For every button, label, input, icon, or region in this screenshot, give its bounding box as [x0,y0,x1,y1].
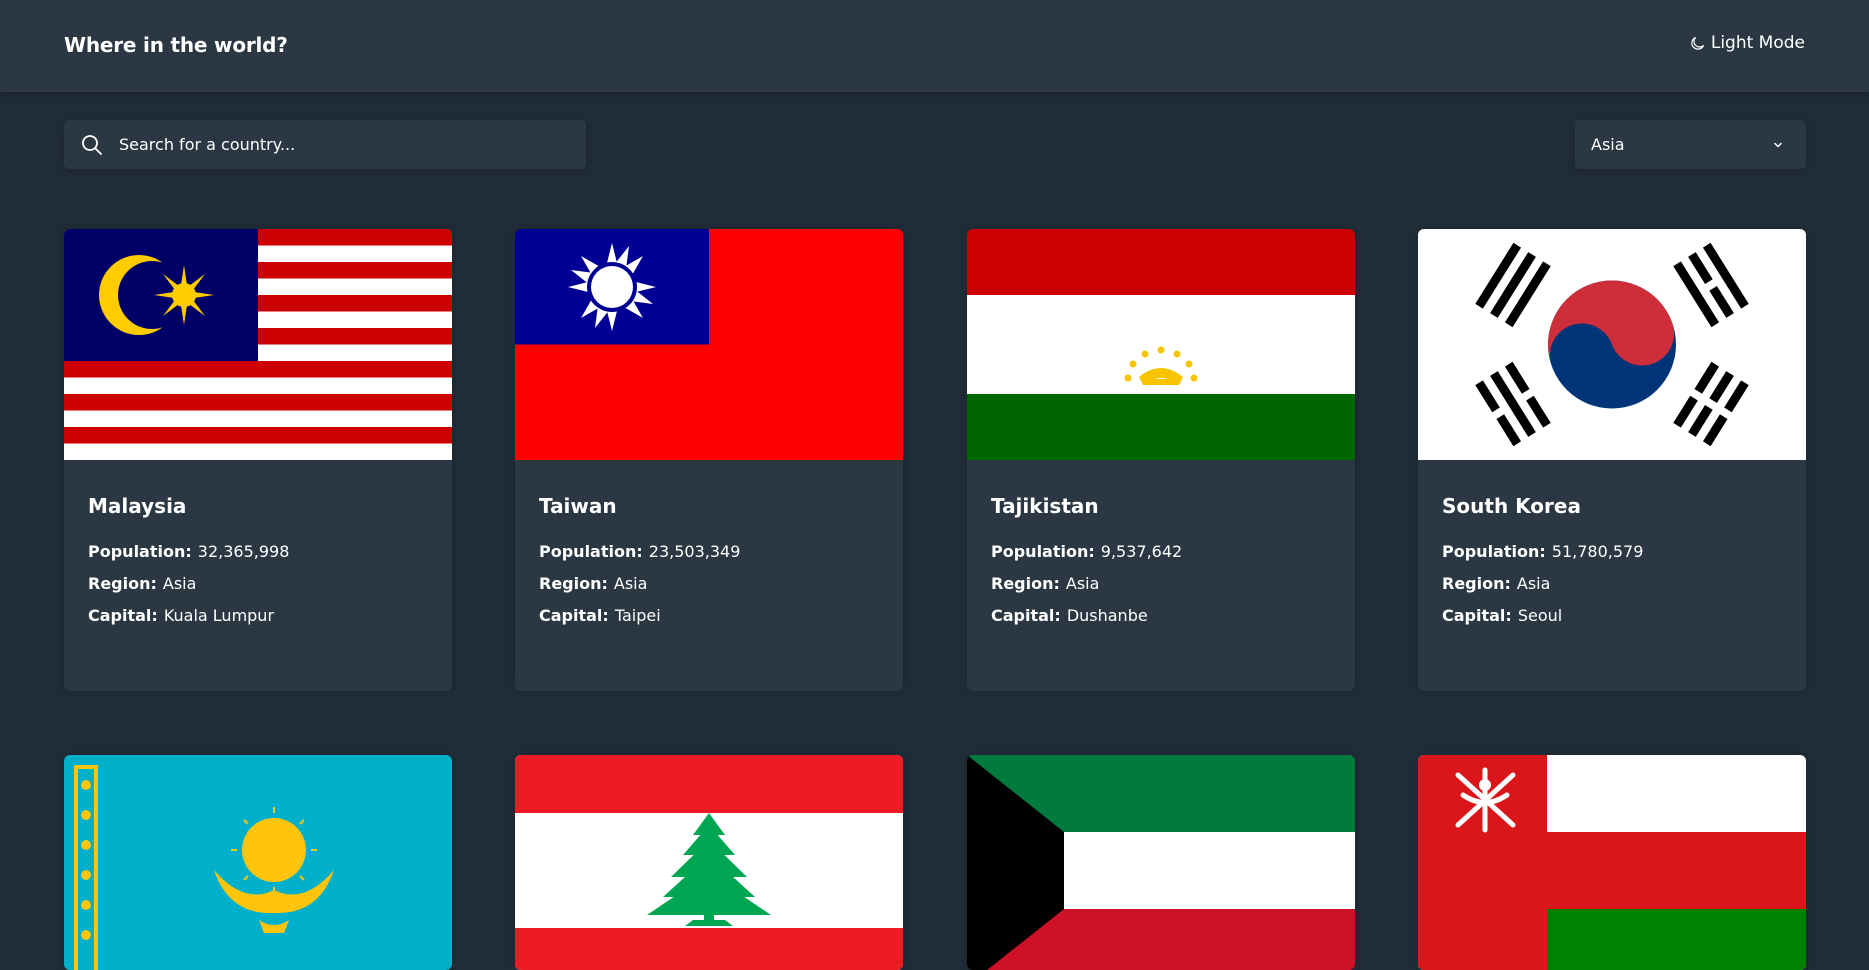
region-label: Region: [1442,574,1511,593]
capital-label: Capital: [991,606,1061,625]
capital-label: Capital: [1442,606,1512,625]
country-card-lebanon[interactable] [515,755,903,970]
kuwait-flag [967,755,1355,970]
capital-value: Seoul [1517,606,1563,625]
country-card-oman[interactable] [1418,755,1806,970]
country-card-kuwait[interactable] [967,755,1355,970]
chevron-down-icon [1774,142,1782,147]
country-name: South Korea [1442,494,1581,518]
capital-value: Kuala Lumpur [163,606,275,625]
capital-row: Capital: Kuala Lumpur [88,600,428,632]
theme-toggle-label: Light Mode [1710,33,1805,53]
population-label: Population: [88,542,192,561]
app-title: Where in the world? [64,33,288,57]
country-card-taiwan[interactable]: Taiwan Population: 23,503,349 Region: Asia… [515,229,903,691]
moon-icon [1691,36,1704,50]
region-value: Asia [162,574,197,593]
capital-row: Capital: Dushanbe [991,600,1331,632]
country-card-kazakhstan[interactable] [64,755,452,970]
region-row: Region: Asia [88,568,428,600]
region-label: Region: [991,574,1060,593]
country-name: Taiwan [539,494,617,518]
tajikistan-flag [967,229,1355,460]
country-card-tajikistan[interactable]: Tajikistan Population: 9,537,642 Region: A… [967,229,1355,691]
lebanon-flag [515,755,903,970]
country-name: Malaysia [88,494,187,518]
malaysia-flag [64,229,452,460]
population-value: 32,365,998 [197,542,290,561]
population-value: 51,780,579 [1551,542,1644,561]
search-input[interactable] [119,135,559,154]
population-label: Population: [991,542,1095,561]
population-value: 23,503,349 [648,542,741,561]
capital-value: Taipei [614,606,661,625]
region-filter-value: Asia [1591,135,1625,154]
country-name: Tajikistan [991,494,1099,518]
capital-row: Capital: Taipei [539,600,879,632]
capital-label: Capital: [88,606,158,625]
capital-label: Capital: [539,606,609,625]
region-row: Region: Asia [539,568,879,600]
region-filter-select[interactable]: Asia [1575,120,1806,169]
kazakhstan-flag [64,755,452,970]
region-row: Region: Asia [991,568,1331,600]
theme-toggle-button[interactable]: Light Mode [1690,33,1805,53]
region-value: Asia [1516,574,1551,593]
region-value: Asia [1065,574,1100,593]
population-row: Population: 9,537,642 [991,536,1331,568]
country-card-south-korea[interactable]: South Korea Population: 51,780,579 Region… [1418,229,1806,691]
country-card-malaysia[interactable]: Malaysia Population: 32,365,998 Region: As… [64,229,452,691]
region-label: Region: [88,574,157,593]
capital-row: Capital: Seoul [1442,600,1782,632]
region-row: Region: Asia [1442,568,1782,600]
taiwan-flag [515,229,903,460]
region-label: Region: [539,574,608,593]
south-korea-flag [1418,229,1806,460]
population-value: 9,537,642 [1100,542,1183,561]
top-bar: Where in the world? Light Mode [0,0,1869,92]
search-box[interactable] [64,120,586,169]
population-row: Population: 32,365,998 [88,536,428,568]
population-row: Population: 23,503,349 [539,536,879,568]
population-row: Population: 51,780,579 [1442,536,1782,568]
oman-flag [1418,755,1806,970]
capital-value: Dushanbe [1066,606,1148,625]
search-icon [82,134,102,155]
population-label: Population: [1442,542,1546,561]
population-label: Population: [539,542,643,561]
region-value: Asia [613,574,648,593]
